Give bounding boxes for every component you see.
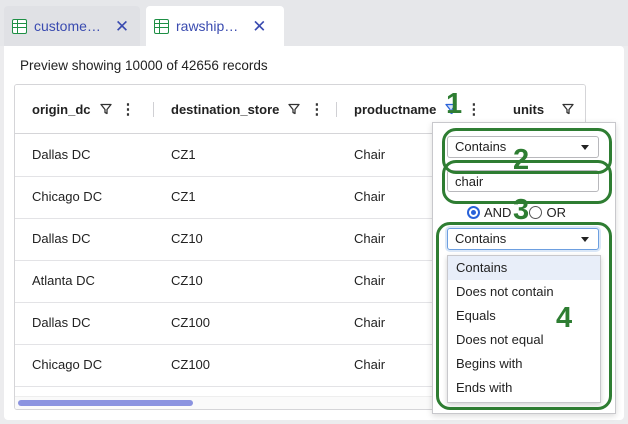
cell-productname: Chair: [354, 315, 386, 330]
annotation-number-1: 1: [446, 88, 463, 120]
cell-productname: Chair: [354, 231, 386, 246]
filter-icon[interactable]: [562, 103, 574, 115]
caret-down-icon: [581, 145, 589, 150]
column-menu-icon[interactable]: ⋮: [309, 102, 324, 117]
select-value: Contains: [455, 231, 507, 246]
option-begins-with[interactable]: Begins with: [448, 352, 600, 376]
spreadsheet-icon: [12, 18, 27, 34]
cell-productname: Chair: [354, 357, 386, 372]
column-header-destination-store[interactable]: destination_store ⋮: [154, 85, 337, 133]
cell-destination-store: CZ10: [171, 273, 203, 288]
column-menu-icon[interactable]: ⋮: [466, 102, 481, 117]
tab-bar: custome… ✕ rawship… ✕: [0, 0, 628, 46]
select-value: Contains: [455, 139, 507, 154]
condition-dropdown: Contains Does not contain Equals Does no…: [447, 255, 601, 403]
close-icon[interactable]: ✕: [115, 18, 129, 35]
close-icon[interactable]: ✕: [252, 18, 266, 35]
cell-destination-store: CZ100: [171, 357, 211, 372]
preview-info: Preview showing 10000 of 42656 records: [20, 58, 268, 73]
cell-origin-dc: Atlanta DC: [32, 273, 95, 288]
cell-origin-dc: Dallas DC: [32, 147, 91, 162]
annotation-number-3: 3: [513, 194, 530, 226]
annotation-number-2: 2: [513, 144, 530, 176]
column-label: origin_dc: [32, 101, 91, 117]
cell-origin-dc: Dallas DC: [32, 231, 91, 246]
cell-origin-dc: Chicago DC: [32, 189, 103, 204]
radio-and[interactable]: [467, 205, 480, 219]
option-ends-with[interactable]: Ends with: [448, 376, 600, 400]
column-header-origin-dc[interactable]: origin_dc ⋮: [15, 85, 154, 133]
scrollbar-thumb[interactable]: [18, 400, 193, 406]
cell-productname: Chair: [354, 189, 386, 204]
column-label: units: [513, 101, 545, 117]
cell-productname: Chair: [354, 147, 386, 162]
radio-or-label: OR: [546, 204, 566, 220]
filter-icon[interactable]: [99, 103, 112, 115]
spreadsheet-icon: [154, 18, 169, 34]
column-label: destination_store: [171, 101, 280, 117]
cell-origin-dc: Dallas DC: [32, 315, 91, 330]
cell-destination-store: CZ100: [171, 315, 211, 330]
radio-and-label: AND: [484, 204, 512, 220]
radio-or[interactable]: [529, 205, 543, 219]
tab-label: rawship…: [176, 18, 239, 34]
cell-origin-dc: Chicago DC: [32, 357, 103, 372]
cell-destination-store: CZ1: [171, 147, 196, 162]
column-label: productname: [354, 101, 437, 117]
column-menu-icon[interactable]: ⋮: [121, 102, 136, 117]
filter-icon[interactable]: [288, 103, 301, 115]
cell-destination-store: CZ10: [171, 231, 203, 246]
option-equals[interactable]: Equals: [448, 304, 600, 328]
option-does-not-contain[interactable]: Does not contain: [448, 280, 600, 304]
cell-destination-store: CZ1: [171, 189, 196, 204]
caret-down-icon: [581, 237, 589, 242]
tab-rawshipments[interactable]: rawship… ✕: [146, 6, 284, 46]
cell-productname: Chair: [354, 273, 386, 288]
condition-select-2[interactable]: Contains: [447, 228, 599, 250]
annotation-number-4: 4: [556, 302, 573, 334]
tab-customers[interactable]: custome… ✕: [4, 6, 140, 46]
option-contains[interactable]: Contains: [448, 256, 600, 280]
option-does-not-equal[interactable]: Does not equal: [448, 328, 600, 352]
tab-label: custome…: [34, 18, 101, 34]
